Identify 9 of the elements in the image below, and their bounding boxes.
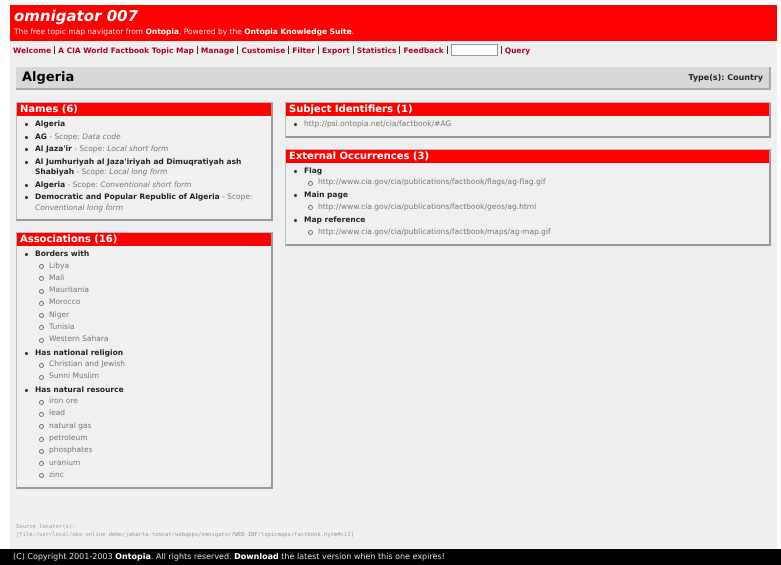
panel-heading: External Occurrences (3) [286, 150, 769, 162]
panel-heading: Associations (16) [17, 233, 271, 246]
search-field[interactable] [450, 44, 498, 56]
topic-title: Algeria [22, 70, 74, 85]
app-title: omnigator 007 [14, 7, 140, 26]
copyright-text: (C) Copyright 2001-2003 Ontopia. All rights reserved. Download the latest version when this one expires! [13, 552, 445, 561]
panel-heading: Names (6) [17, 103, 271, 116]
panel-heading: Subject Identifiers (1) [286, 103, 769, 116]
topic-types: Type(s): Country [688, 73, 763, 82]
